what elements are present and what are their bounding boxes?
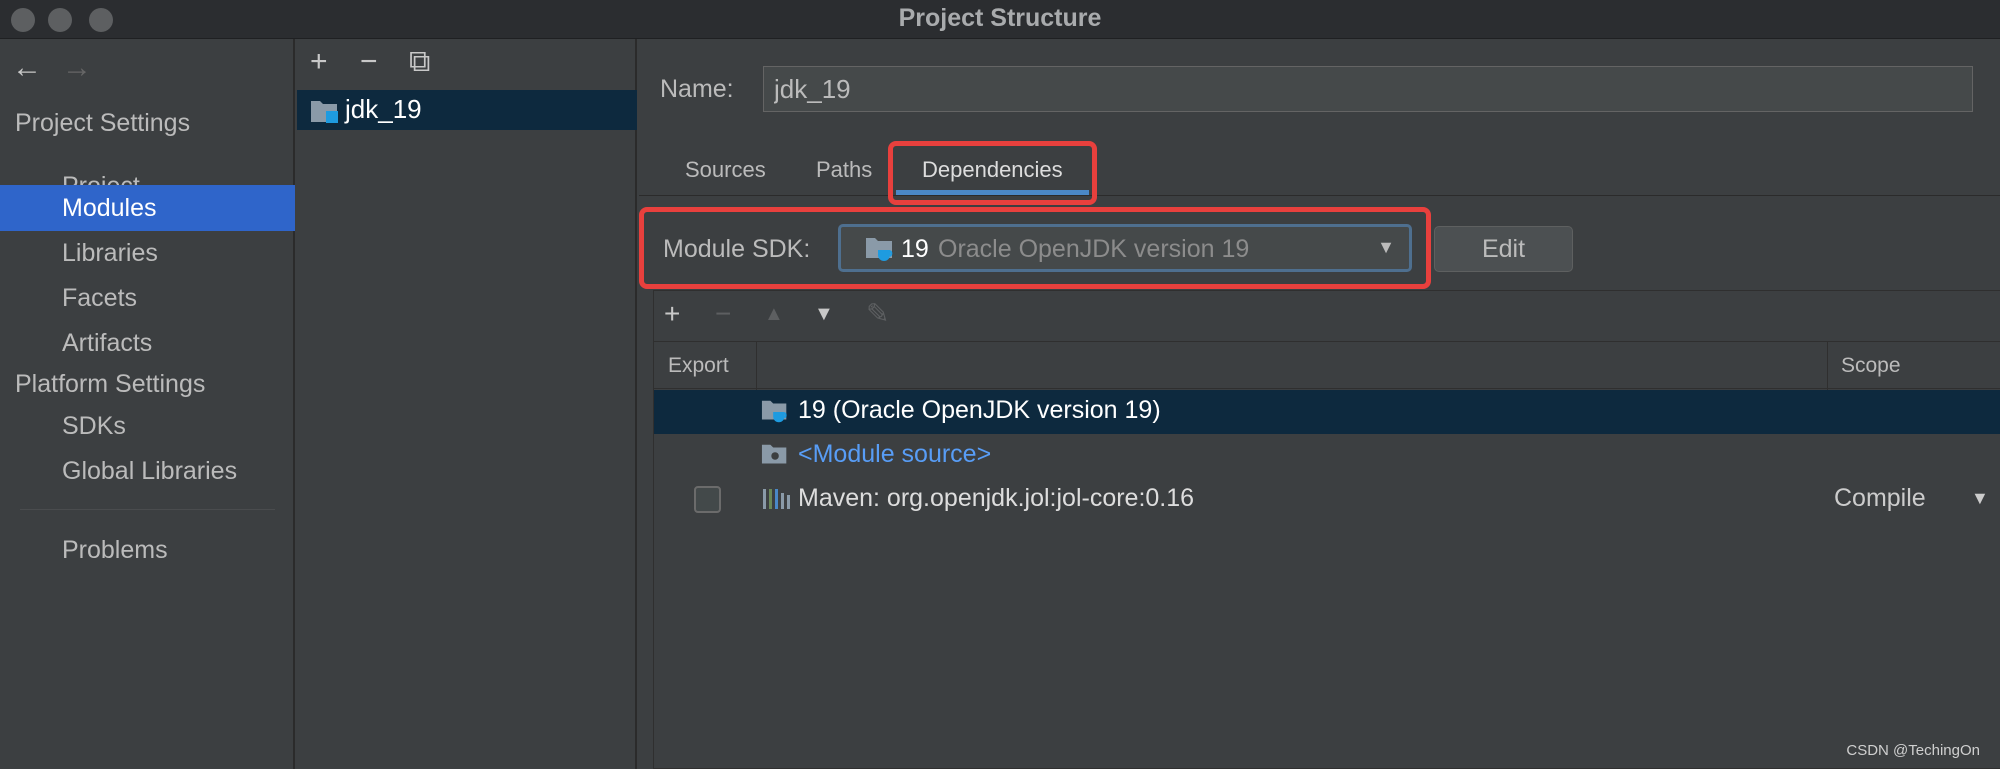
scope-column-header[interactable]: Scope <box>1841 354 1901 378</box>
table-row[interactable]: <Module source> <box>654 434 2000 478</box>
export-column-header[interactable]: Export <box>668 354 729 378</box>
title-bar: Project Structure <box>0 0 2000 39</box>
settings-sidebar: ← → Project Settings Project Modules Lib… <box>0 39 295 769</box>
module-source-folder-icon <box>761 444 787 464</box>
sidebar-item-sdks[interactable]: SDKs <box>0 403 295 449</box>
tabs-divider <box>639 195 2000 196</box>
column-separator <box>756 342 757 390</box>
dependencies-tab-highlight <box>888 141 1097 205</box>
chevron-down-icon[interactable]: ▼ <box>1971 488 1989 509</box>
copy-module-icon[interactable]: ⧉ <box>409 45 430 79</box>
sidebar-item-problems[interactable]: Problems <box>0 527 295 573</box>
dependency-name: Maven: org.openjdk.jol:jol-core:0.16 <box>798 484 1195 512</box>
table-row[interactable]: Maven: org.openjdk.jol:jol-core:0.16 Com… <box>654 478 2000 522</box>
edit-sdk-button[interactable]: Edit <box>1434 226 1573 272</box>
column-separator <box>1827 342 1828 390</box>
dependencies-toolbar: + − ▲ ▼ ✎ <box>654 291 2000 341</box>
maven-library-icon <box>763 489 790 509</box>
module-detail-pane: Name: Sources Paths Dependencies Module … <box>639 39 2000 769</box>
sidebar-item-facets[interactable]: Facets <box>0 275 295 321</box>
add-module-icon[interactable]: + <box>310 45 328 79</box>
export-checkbox[interactable] <box>694 486 721 513</box>
platform-settings-header: Platform Settings <box>15 370 206 398</box>
table-row[interactable]: 19 (Oracle OpenJDK version 19) <box>654 390 2000 434</box>
dependencies-table: + − ▲ ▼ ✎ Export Scope 19 (Oracle OpenJD… <box>653 290 2000 769</box>
dependency-name: 19 (Oracle OpenJDK version 19) <box>798 396 1161 424</box>
module-sdk-highlight <box>639 207 1431 289</box>
sidebar-item-modules[interactable]: Modules <box>0 185 295 231</box>
module-list-pane: + − ⧉ jdk_19 <box>297 39 637 769</box>
remove-dependency-icon[interactable]: − <box>715 297 731 331</box>
forward-arrow-icon[interactable]: → <box>62 51 92 85</box>
module-name-input[interactable] <box>763 66 1973 112</box>
watermark: CSDN @TechingOn <box>1846 742 1980 759</box>
scope-dropdown[interactable]: Compile <box>1834 484 1926 513</box>
back-arrow-icon[interactable]: ← <box>12 51 42 85</box>
module-item-label: jdk_19 <box>345 94 422 124</box>
move-down-icon[interactable]: ▼ <box>814 297 834 331</box>
sidebar-item-global-libraries[interactable]: Global Libraries <box>0 448 295 494</box>
edit-dependency-icon[interactable]: ✎ <box>866 297 889 331</box>
project-settings-header: Project Settings <box>15 109 191 137</box>
sdk-folder-icon <box>761 400 787 423</box>
sidebar-divider <box>20 509 275 510</box>
tab-sources[interactable]: Sources <box>685 157 766 183</box>
sidebar-item-artifacts[interactable]: Artifacts <box>0 320 295 366</box>
module-folder-icon <box>311 101 338 123</box>
move-up-icon[interactable]: ▲ <box>764 297 784 331</box>
tab-paths[interactable]: Paths <box>816 157 872 183</box>
add-dependency-icon[interactable]: + <box>664 297 680 331</box>
remove-module-icon[interactable]: − <box>360 45 378 79</box>
name-label: Name: <box>660 75 734 103</box>
dependency-name: <Module source> <box>798 440 992 468</box>
module-item-jdk-19[interactable]: jdk_19 <box>297 90 637 130</box>
window-title: Project Structure <box>898 4 1102 32</box>
sidebar-item-libraries[interactable]: Libraries <box>0 230 295 276</box>
table-header: Export Scope <box>654 341 2000 390</box>
